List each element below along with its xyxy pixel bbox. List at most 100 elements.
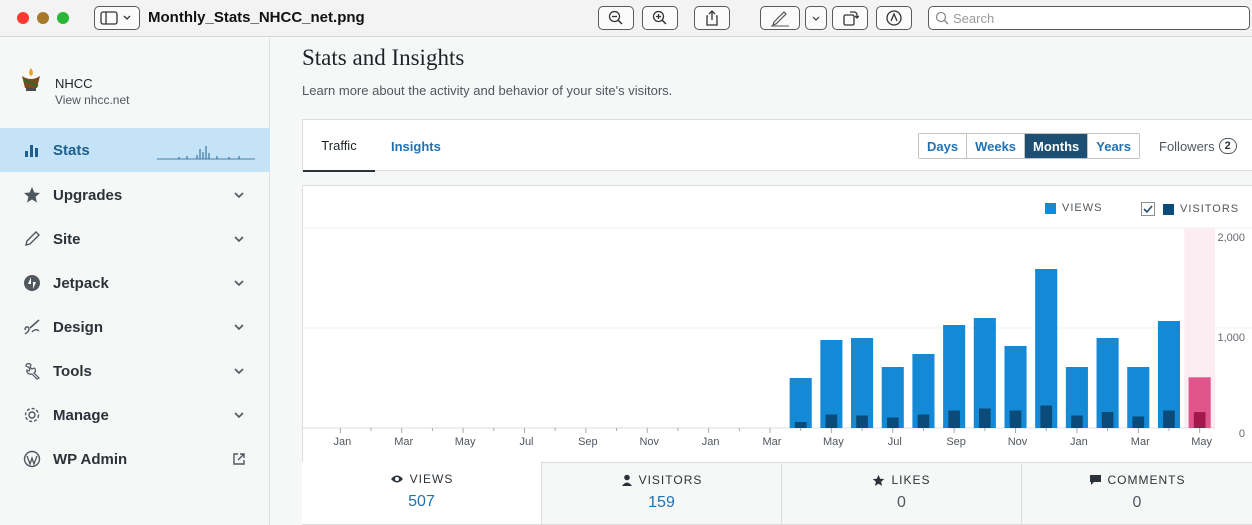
visitors-bar <box>856 415 868 428</box>
chevron-down-icon <box>234 324 244 331</box>
visitors-bar <box>1132 416 1145 428</box>
summary-views-tab[interactable]: VIEWS 507 <box>302 462 542 525</box>
sidebar-item-upgrades[interactable]: Upgrades <box>0 173 270 217</box>
gear-icon <box>22 405 42 425</box>
period-months-button[interactable]: Months <box>1024 134 1088 158</box>
summary-tabs: VIEWS 507 VISITORS 159 LIKES 0 COMMENTS … <box>302 462 1252 525</box>
sidebar-item-tools[interactable]: Tools <box>0 349 270 393</box>
zoom-in-icon <box>652 10 667 25</box>
sidebar-item-label: Tools <box>53 362 92 380</box>
eye-icon <box>390 475 403 483</box>
visitors-bar <box>1163 410 1175 428</box>
markup-toolbar-button[interactable] <box>876 6 912 30</box>
rotate-button[interactable] <box>832 6 868 30</box>
sidebar-item-label: Stats <box>53 141 90 159</box>
y-tick-label: 1,000 <box>1217 332 1245 344</box>
zoom-in-button[interactable] <box>642 6 678 30</box>
visitors-bar <box>1193 412 1206 428</box>
summary-comments-tab[interactable]: COMMENTS 0 <box>1022 462 1252 525</box>
sidebar-item-design[interactable]: Design <box>0 305 270 349</box>
search-placeholder: Search <box>953 10 995 26</box>
window-titlebar: Monthly_Stats_NHCC_net.png Search <box>0 0 1252 37</box>
x-tick-label: Mar <box>763 436 782 448</box>
rotate-icon <box>843 11 859 26</box>
wrench-icon <box>22 361 42 381</box>
followers-label: Followers <box>1159 138 1215 154</box>
sidebar-item-manage[interactable]: Manage <box>0 393 270 437</box>
star-icon <box>22 185 42 205</box>
stats-navigation: Traffic Insights Days Weeks Months Years… <box>302 119 1252 172</box>
markup-button[interactable] <box>760 6 800 30</box>
search-input[interactable]: Search <box>928 6 1250 30</box>
followers-count-badge: 2 <box>1218 138 1237 154</box>
visitors-bar <box>948 410 960 428</box>
star-icon <box>873 474 885 486</box>
stats-sparkline <box>157 146 255 160</box>
x-tick-label: Sep <box>578 436 598 448</box>
site-url-link[interactable]: View nhcc.net <box>55 93 130 107</box>
sidebar: NHCC View nhcc.net Stats Upgrades Site J… <box>0 38 270 525</box>
summary-comments-label: COMMENTS <box>1089 473 1186 487</box>
sidebar-item-label: WP Admin <box>53 450 128 468</box>
share-button[interactable] <box>694 6 730 30</box>
bar-chart: 2,000 1,000 0 Jan Mar May Jul Sep Nov Jan Mar May Ju… <box>303 227 1252 448</box>
x-tick-label: Jan <box>1070 436 1088 448</box>
summary-views-value: 507 <box>408 493 435 510</box>
zoom-out-button[interactable] <box>598 6 634 30</box>
period-years-button[interactable]: Years <box>1087 134 1139 158</box>
external-link-icon <box>233 453 245 465</box>
tab-insights[interactable]: Insights <box>391 120 441 172</box>
markup-circle-icon <box>886 10 902 26</box>
sidebar-item-label: Jetpack <box>53 274 109 292</box>
tab-traffic[interactable]: Traffic <box>303 120 375 172</box>
close-window-button[interactable] <box>17 12 29 24</box>
visitors-bar <box>886 417 899 428</box>
sidebar-item-jetpack[interactable]: Jetpack <box>0 261 270 305</box>
summary-comments-value: 0 <box>1132 494 1142 511</box>
summary-label-text: VIEWS <box>409 472 454 486</box>
views-bar <box>851 338 874 428</box>
summary-likes-label: LIKES <box>872 473 930 487</box>
views-bar <box>1035 269 1058 428</box>
visitors-bar <box>1040 405 1053 428</box>
chevron-down-icon <box>234 192 244 199</box>
page-subtitle: Learn more about the activity and behavi… <box>302 83 673 98</box>
summary-label-text: LIKES <box>891 473 931 487</box>
sidebar-item-site[interactable]: Site <box>0 217 270 261</box>
pencil-icon <box>22 229 42 249</box>
visitors-bar <box>1101 412 1114 428</box>
markup-dropdown[interactable] <box>805 6 827 30</box>
comment-icon <box>1089 475 1101 485</box>
period-selector: Days Weeks Months Years <box>918 133 1140 159</box>
zoom-window-button[interactable] <box>57 12 69 24</box>
visitors-bar <box>1009 410 1022 428</box>
brush-icon <box>22 317 42 337</box>
visitors-bar <box>1071 415 1083 428</box>
chevron-down-icon <box>812 16 820 21</box>
visitors-bar <box>978 408 991 428</box>
sidebar-item-label: Upgrades <box>53 186 123 204</box>
y-tick-label: 2,000 <box>1217 232 1245 244</box>
chevron-down-icon <box>234 412 244 419</box>
zoom-out-icon <box>608 10 623 25</box>
minimize-window-button[interactable] <box>37 12 49 24</box>
sidebar-item-wp-admin[interactable]: WP Admin <box>0 437 270 481</box>
x-tick-label: Jul <box>888 436 902 448</box>
period-weeks-button[interactable]: Weeks <box>966 134 1025 158</box>
summary-visitors-tab[interactable]: VISITORS 159 <box>542 462 782 525</box>
document-title: Monthly_Stats_NHCC_net.png <box>148 9 365 26</box>
chevron-down-icon <box>234 280 244 287</box>
period-days-button[interactable]: Days <box>919 134 967 158</box>
x-tick-label: Nov <box>639 436 659 448</box>
site-name: NHCC <box>55 76 93 91</box>
stats-chart-card: VIEWS VISITORS 2,000 1,000 0 Jan Mar May Jul Se… <box>302 185 1252 463</box>
summary-likes-tab[interactable]: LIKES 0 <box>782 462 1022 525</box>
x-tick-label: Jan <box>702 436 720 448</box>
x-tick-label: May <box>823 436 844 448</box>
x-tick-label: Nov <box>1008 436 1028 448</box>
bar-chart-icon <box>22 140 42 160</box>
sidebar-toggle-button[interactable] <box>94 6 140 30</box>
site-switcher[interactable]: NHCC View nhcc.net <box>0 56 270 116</box>
followers-link[interactable]: Followers 2 <box>1159 138 1237 154</box>
sidebar-item-stats[interactable]: Stats <box>0 128 270 172</box>
